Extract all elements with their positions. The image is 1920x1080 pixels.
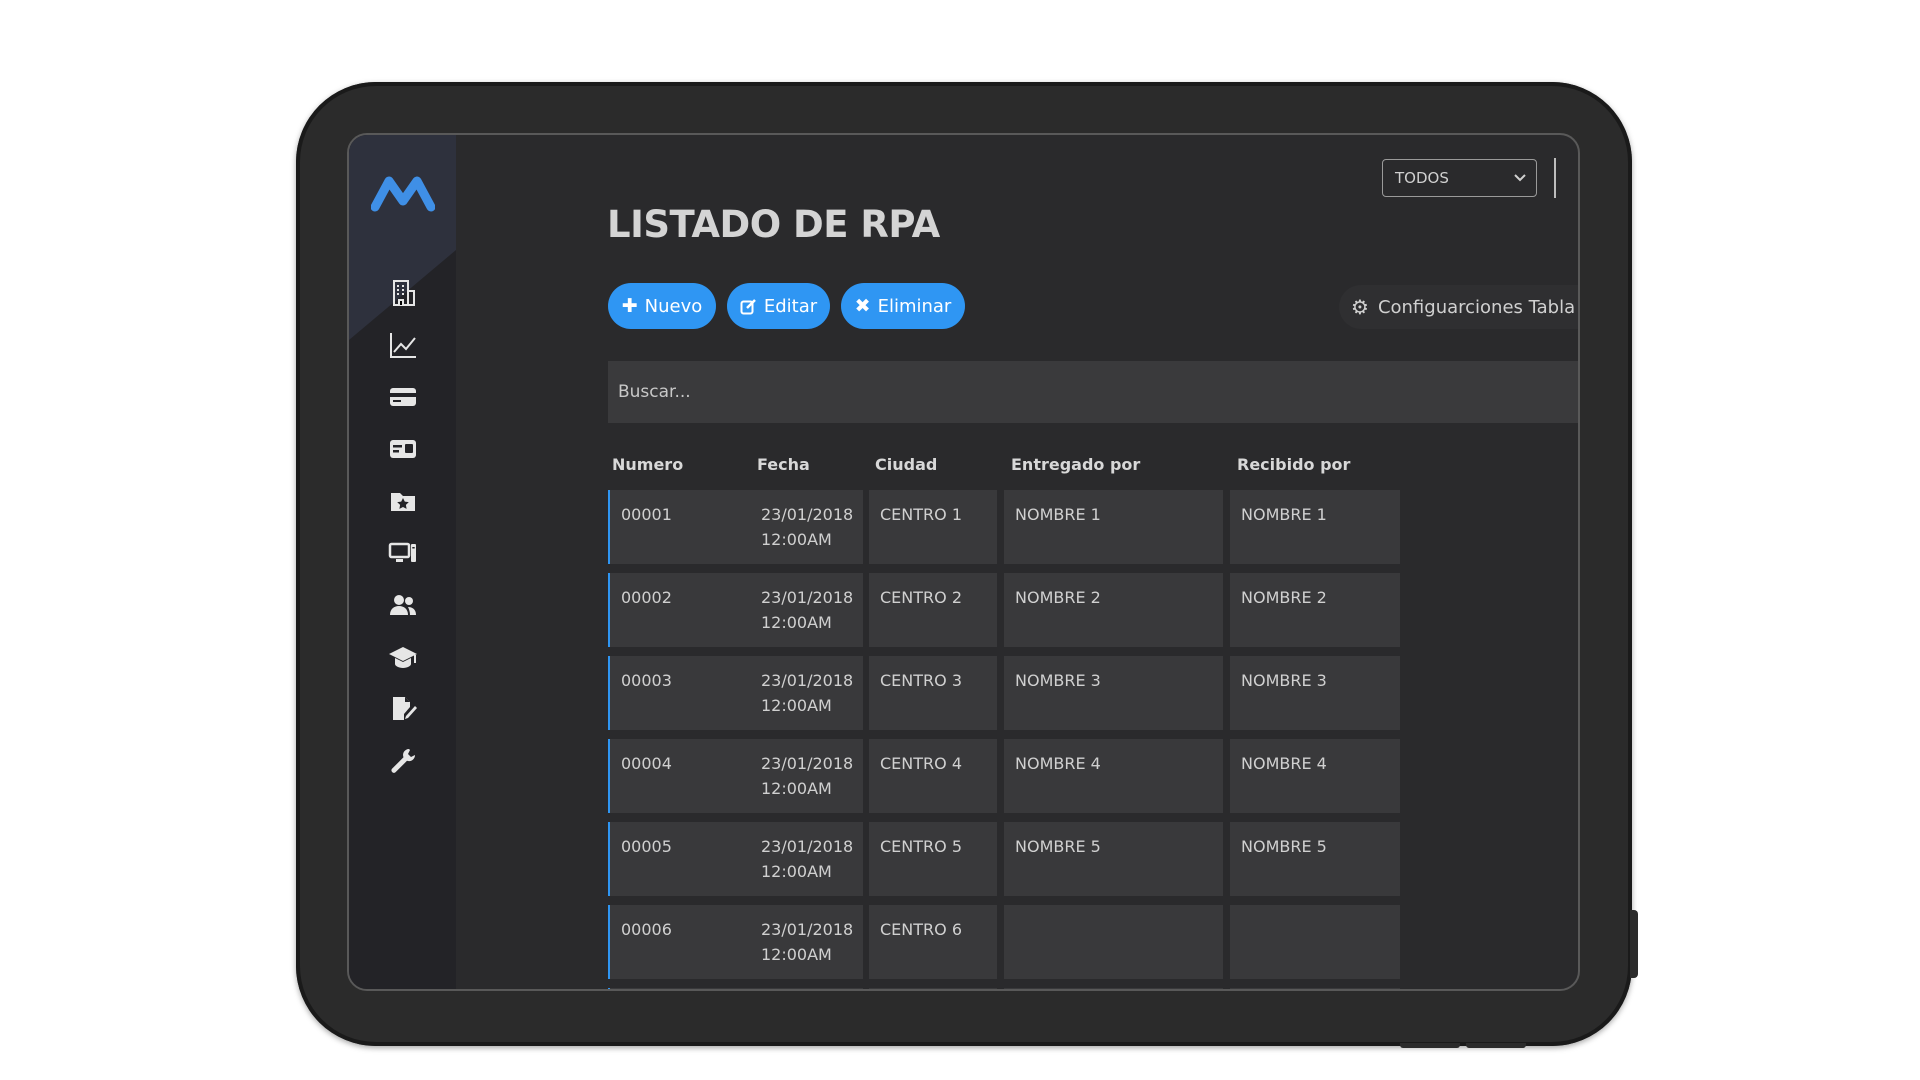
file-signature-icon[interactable]: [387, 693, 419, 725]
filter-select-value: TODOS: [1395, 169, 1449, 187]
app-logo-icon[interactable]: [371, 173, 435, 213]
time-text: 12:00AM: [761, 779, 832, 798]
plus-icon: ✚: [621, 295, 638, 317]
column-header-recibido[interactable]: Recibido por: [1237, 455, 1350, 474]
tablet-volume-button: [1400, 1043, 1460, 1048]
table-cell-fecha[interactable]: 23/01/2018 12:00AM: [750, 905, 863, 979]
table-cell-ciudad[interactable]: CENTRO 4: [869, 739, 997, 813]
edit-button[interactable]: Editar: [727, 283, 830, 329]
table-cell-entregado[interactable]: [1004, 905, 1223, 979]
search-input[interactable]: [608, 361, 1578, 423]
filter-select[interactable]: TODOS: [1382, 159, 1537, 197]
date-text: 23/01/2018: [761, 505, 854, 524]
chevron-down-icon: [1514, 174, 1526, 182]
table-config-button[interactable]: ⚙ Configuarciones Tabla: [1339, 285, 1578, 329]
table-cell-entregado[interactable]: [1004, 988, 1223, 989]
time-text: 12:00AM: [761, 696, 832, 715]
gear-icon: ⚙: [1351, 295, 1369, 319]
table-cell-entregado[interactable]: NOMBRE 4: [1004, 739, 1223, 813]
table-cell-recibido[interactable]: NOMBRE 1: [1230, 490, 1400, 564]
column-header-entregado[interactable]: Entregado por: [1011, 455, 1140, 474]
table-cell-numero[interactable]: 00005: [608, 822, 750, 896]
delete-button[interactable]: ✖ Eliminar: [841, 283, 965, 329]
table-cell-fecha[interactable]: 23/01/2018 12:00AM: [750, 739, 863, 813]
wrench-icon[interactable]: [387, 745, 419, 777]
close-icon: ✖: [854, 295, 871, 317]
table-cell-recibido[interactable]: NOMBRE 3: [1230, 656, 1400, 730]
column-header-ciudad[interactable]: Ciudad: [875, 455, 937, 474]
graduation-cap-icon[interactable]: [387, 641, 419, 673]
new-button[interactable]: ✚ Nuevo: [608, 283, 716, 329]
page-title: LISTADO DE RPA: [607, 203, 940, 246]
table-cell-recibido[interactable]: NOMBRE 2: [1230, 573, 1400, 647]
edit-icon: [740, 298, 756, 314]
tablet-side-button: [1630, 910, 1638, 978]
column-header-fecha[interactable]: Fecha: [757, 455, 810, 474]
table-cell-recibido[interactable]: [1230, 905, 1400, 979]
date-text: 23/01/2018: [761, 837, 854, 856]
table-cell-ciudad[interactable]: CENTRO 5: [869, 822, 997, 896]
sidebar: [349, 135, 456, 989]
table-cell-recibido[interactable]: NOMBRE 5: [1230, 822, 1400, 896]
sidebar-header-panel: [349, 135, 456, 340]
time-text: 12:00AM: [761, 613, 832, 632]
id-card-icon[interactable]: [387, 433, 419, 465]
table-cell-ciudad[interactable]: [869, 988, 997, 989]
time-text: 12:00AM: [761, 945, 832, 964]
table-cell-fecha[interactable]: 23/01/2018 12:00AM: [750, 656, 863, 730]
delete-button-label: Eliminar: [877, 295, 952, 317]
table-cell-numero[interactable]: 00001: [608, 490, 750, 564]
chart-line-icon[interactable]: [387, 329, 419, 361]
table-cell-entregado[interactable]: NOMBRE 5: [1004, 822, 1223, 896]
edit-button-label: Editar: [763, 295, 818, 317]
table-cell-entregado[interactable]: NOMBRE 2: [1004, 573, 1223, 647]
date-text: 23/01/2018: [761, 671, 854, 690]
table-cell-ciudad[interactable]: CENTRO 6: [869, 905, 997, 979]
header-divider: [1554, 158, 1556, 198]
date-text: 23/01/2018: [761, 588, 854, 607]
new-button-label: Nuevo: [644, 295, 703, 317]
tablet-volume-button: [1466, 1043, 1526, 1048]
table-cell-fecha[interactable]: [750, 988, 863, 989]
column-header-numero[interactable]: Numero: [612, 455, 683, 474]
table-cell-entregado[interactable]: NOMBRE 3: [1004, 656, 1223, 730]
time-text: 12:00AM: [761, 530, 832, 549]
table-cell-fecha[interactable]: 23/01/2018 12:00AM: [750, 490, 863, 564]
users-icon[interactable]: [387, 589, 419, 621]
table-cell-numero[interactable]: 00003: [608, 656, 750, 730]
time-text: 12:00AM: [761, 862, 832, 881]
table-cell-ciudad[interactable]: CENTRO 3: [869, 656, 997, 730]
desktop-computer-icon[interactable]: [387, 537, 419, 569]
table-cell-fecha[interactable]: 23/01/2018 12:00AM: [750, 573, 863, 647]
table-cell-entregado[interactable]: NOMBRE 1: [1004, 490, 1223, 564]
table-cell-recibido[interactable]: [1230, 988, 1400, 989]
table-cell-recibido[interactable]: NOMBRE 4: [1230, 739, 1400, 813]
table-cell-numero[interactable]: 00004: [608, 739, 750, 813]
date-text: 23/01/2018: [761, 920, 854, 939]
table-cell-ciudad[interactable]: CENTRO 1: [869, 490, 997, 564]
app-screen: TODOS LISTADO DE RPA ✚ Nuevo Editar ✖ El…: [347, 133, 1580, 991]
folder-star-icon[interactable]: [387, 485, 419, 517]
building-icon[interactable]: [387, 277, 419, 309]
credit-card-icon[interactable]: [387, 381, 419, 413]
table-cell-numero[interactable]: 00006: [608, 905, 750, 979]
table-cell-numero[interactable]: [608, 988, 750, 989]
date-text: 23/01/2018: [761, 754, 854, 773]
table-cell-ciudad[interactable]: CENTRO 2: [869, 573, 997, 647]
table-config-label: Configuarciones Tabla: [1377, 296, 1576, 318]
table-cell-fecha[interactable]: 23/01/2018 12:00AM: [750, 822, 863, 896]
table-cell-numero[interactable]: 00002: [608, 573, 750, 647]
